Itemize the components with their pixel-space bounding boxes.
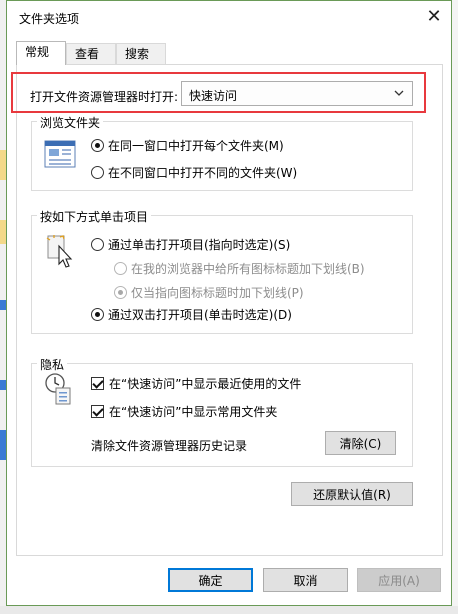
folder-window-icon bbox=[44, 140, 76, 171]
background-bottom-strip bbox=[0, 606, 458, 614]
clock-documents-icon bbox=[44, 372, 74, 409]
open-explorer-value: 快速访问 bbox=[189, 89, 238, 103]
background-right-strip bbox=[452, 0, 458, 606]
pointer-click-icon bbox=[46, 234, 76, 271]
radio-underline-hover[interactable]: 仅当指向图标标题时加下划线(P) bbox=[114, 284, 304, 301]
open-explorer-dropdown[interactable]: 快速访问 bbox=[181, 81, 413, 106]
clear-history-label: 清除文件资源管理器历史记录 bbox=[91, 439, 248, 453]
clear-button[interactable]: 清除(C) bbox=[325, 431, 396, 455]
click-items-title: 按如下方式单击项目 bbox=[37, 208, 152, 225]
radio-double-click-label: 通过双击打开项目(单击时选定)(D) bbox=[108, 308, 292, 322]
radio-button[interactable] bbox=[91, 139, 104, 152]
restore-defaults-button[interactable]: 还原默认值(R) bbox=[291, 482, 413, 506]
checkbox-show-frequent-label: 在“快速访问”中显示常用文件夹 bbox=[109, 405, 278, 419]
radio-underline-all[interactable]: 在我的浏览器中给所有图标标题加下划线(B) bbox=[114, 260, 365, 277]
checkbox[interactable] bbox=[91, 405, 104, 418]
radio-new-window-label: 在不同窗口中打开不同的文件夹(W) bbox=[108, 166, 298, 180]
open-explorer-label: 打开文件资源管理器时打开: bbox=[30, 90, 179, 104]
cancel-button[interactable]: 取消 bbox=[263, 568, 348, 592]
radio-button[interactable] bbox=[91, 238, 104, 251]
browse-folders-title: 浏览文件夹 bbox=[37, 114, 104, 131]
close-icon: ✕ bbox=[426, 5, 442, 27]
radio-new-window[interactable]: 在不同窗口中打开不同的文件夹(W) bbox=[91, 164, 297, 181]
close-button[interactable]: ✕ bbox=[417, 1, 451, 31]
radio-single-click-label: 通过单击打开项目(指向时选定)(S) bbox=[108, 238, 291, 252]
title-bar: 文件夹选项 ✕ bbox=[7, 1, 451, 33]
apply-button[interactable]: 应用(A) bbox=[357, 568, 441, 592]
checkbox-show-recent-label: 在“快速访问”中显示最近使用的文件 bbox=[109, 377, 302, 391]
checkbox-show-recent[interactable]: 在“快速访问”中显示最近使用的文件 bbox=[91, 375, 301, 392]
checkbox[interactable] bbox=[91, 377, 104, 390]
window-title: 文件夹选项 bbox=[19, 12, 80, 26]
radio-button[interactable] bbox=[91, 166, 104, 179]
radio-single-click[interactable]: 通过单击打开项目(指向时选定)(S) bbox=[91, 236, 290, 253]
checkbox-show-frequent[interactable]: 在“快速访问”中显示常用文件夹 bbox=[91, 403, 277, 420]
radio-same-window[interactable]: 在同一窗口中打开每个文件夹(M) bbox=[91, 137, 284, 154]
tab-general[interactable]: 常规 bbox=[16, 41, 66, 65]
radio-button[interactable] bbox=[91, 308, 104, 321]
radio-button[interactable] bbox=[114, 262, 127, 275]
tab-search[interactable]: 搜索 bbox=[116, 43, 166, 64]
radio-button[interactable] bbox=[114, 286, 127, 299]
radio-underline-hover-label: 仅当指向图标标题时加下划线(P) bbox=[131, 286, 304, 300]
ok-button[interactable]: 确定 bbox=[168, 568, 253, 592]
tab-view[interactable]: 查看 bbox=[66, 43, 116, 64]
radio-double-click[interactable]: 通过双击打开项目(单击时选定)(D) bbox=[91, 306, 292, 323]
radio-same-window-label: 在同一窗口中打开每个文件夹(M) bbox=[108, 139, 284, 153]
chevron-down-icon bbox=[394, 85, 404, 104]
radio-underline-all-label: 在我的浏览器中给所有图标标题加下划线(B) bbox=[131, 262, 365, 276]
privacy-title: 隐私 bbox=[37, 356, 68, 373]
